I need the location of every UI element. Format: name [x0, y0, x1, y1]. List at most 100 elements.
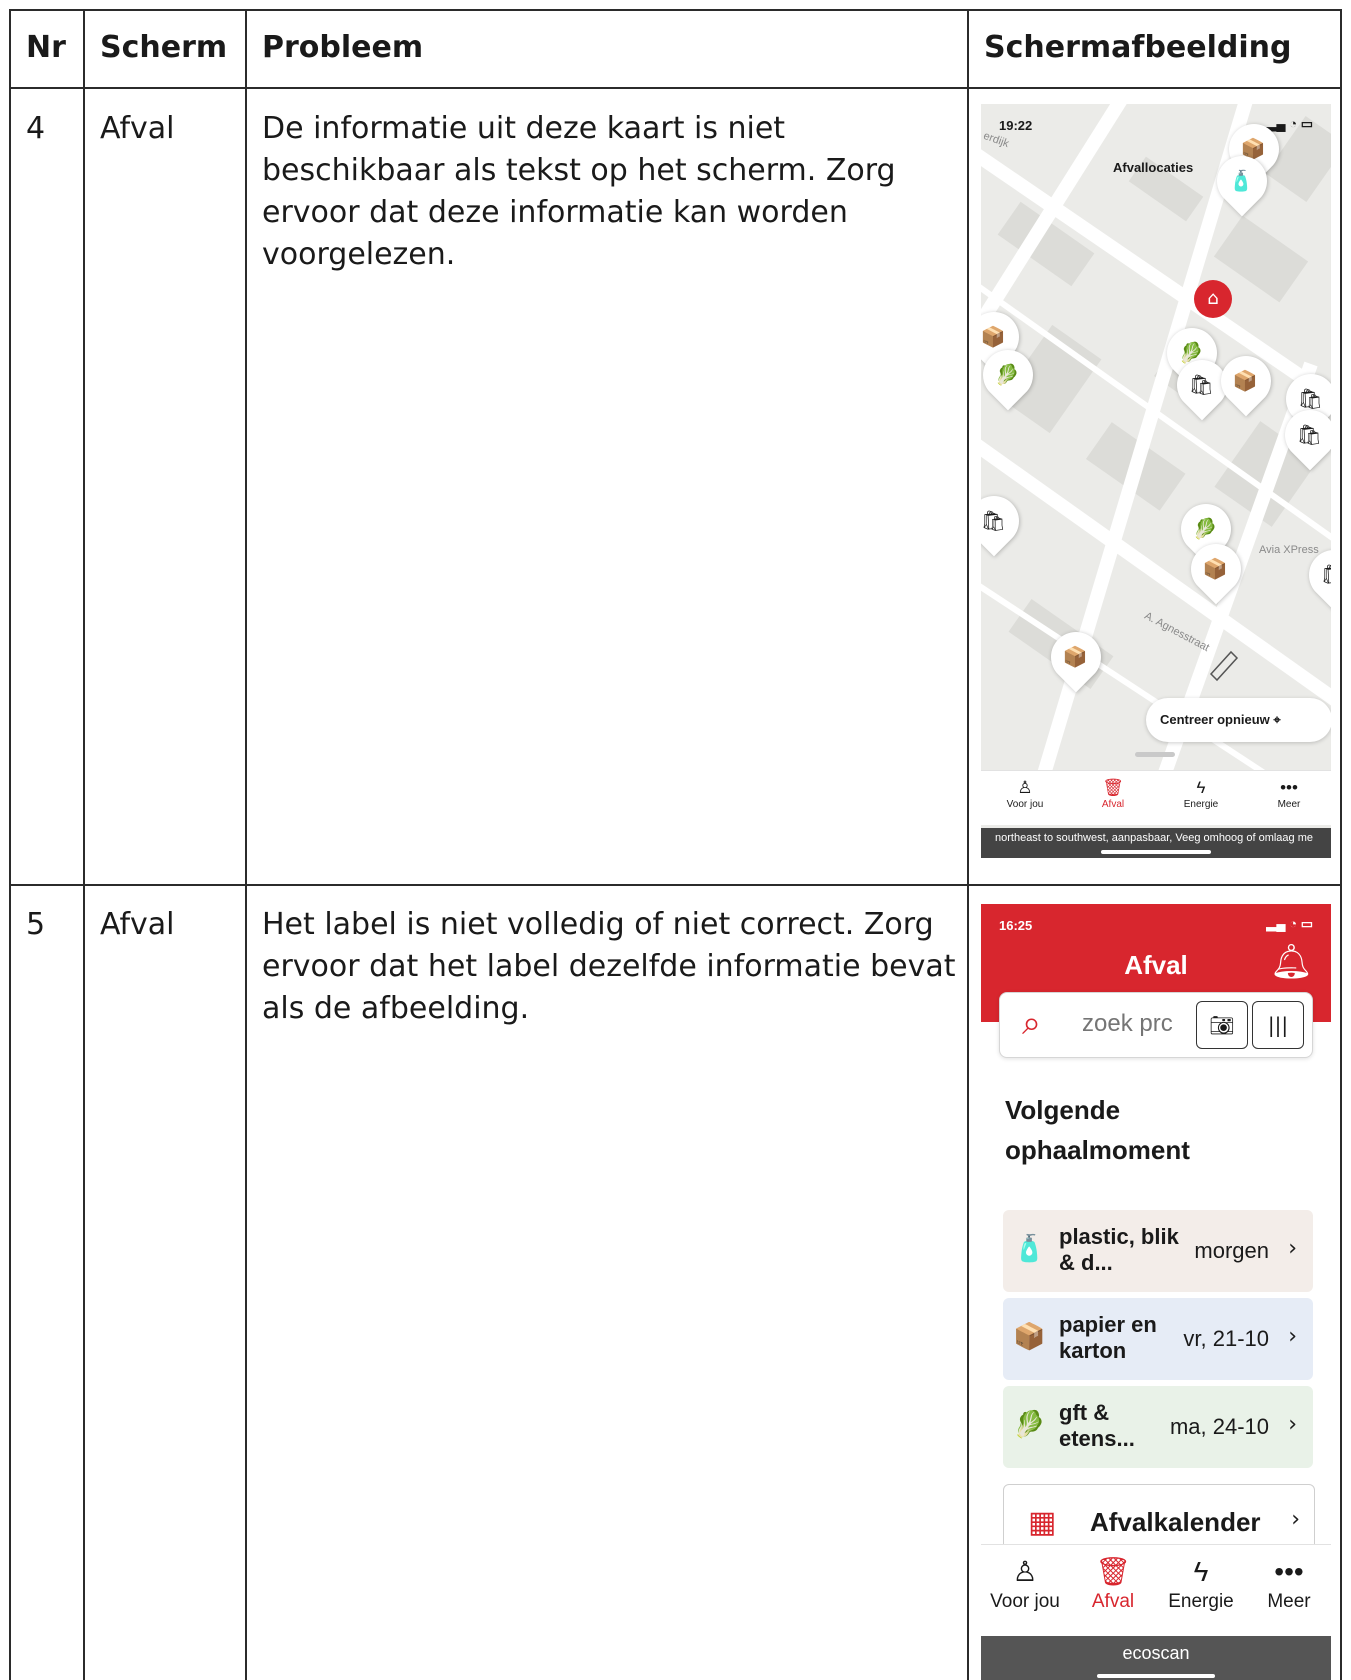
tab-energie[interactable]: ϟ Energie [1157, 1553, 1245, 1613]
status-time: 19:22 [999, 118, 1033, 133]
pickup-name: plastic, blik & d... [1059, 1224, 1179, 1275]
pickup-card-plastic[interactable]: 🧴 plastic, blik & d... morgen › [1003, 1210, 1313, 1292]
voiceover-caption-text: ecoscan [1122, 1643, 1190, 1663]
paper-box-icon: 📦 [1232, 368, 1258, 393]
row-4-scherm: Afval [100, 111, 175, 146]
barcode-icon: ||| [1267, 1013, 1289, 1037]
lightning-icon: ϟ [1196, 778, 1206, 797]
header-probleem: Probleem [262, 30, 424, 65]
table-row-divider [9, 884, 1342, 886]
calendar-icon: ▦ [1028, 1505, 1057, 1540]
tab-afval[interactable]: 🗑 Afval [1069, 1553, 1157, 1613]
home-indicator [1097, 1674, 1215, 1678]
search-icon: ⌕ [1022, 1003, 1042, 1043]
barcode-scan-button[interactable]: ||| [1252, 1001, 1304, 1049]
paper-box-icon: 📦 [1013, 1322, 1046, 1352]
header-scherm: Scherm [100, 30, 228, 65]
recenter-button[interactable]: Centreer opnieuw ⌖ [1146, 698, 1331, 742]
tab-label: Meer [1277, 799, 1301, 810]
crosshair-icon: ⌖ [1273, 712, 1281, 727]
sheet-handle[interactable] [1135, 752, 1175, 757]
search-input[interactable] [1080, 1009, 1176, 1039]
tab-bar: ♙ Voor jou 🗑 Afval ϟ Energie ••• Meer [981, 1544, 1331, 1641]
more-icon: ••• [1274, 1556, 1304, 1587]
header-nr: Nr [26, 30, 66, 65]
pickup-name: gft & etens... [1059, 1400, 1135, 1451]
organic-waste-icon: 🥬 [1013, 1410, 1046, 1440]
pickup-date: ma, 24-10 [1169, 1414, 1269, 1439]
map-title: Afvallocaties [1113, 160, 1194, 175]
chevron-right-icon: › [1288, 1236, 1297, 1261]
camera-scan-button[interactable]: 📷︎ [1196, 1001, 1248, 1049]
row-5-probleem: Het label is niet volledig of niet corre… [262, 907, 956, 1026]
status-icons: ▂▄ ◔ ▭ [1266, 116, 1313, 131]
map-background [981, 104, 1331, 770]
tab-label: Afval [1091, 1591, 1135, 1612]
lightning-icon: ϟ [1193, 1556, 1209, 1587]
waste-bag-icon: 🛍 [1296, 422, 1322, 447]
pickup-date: morgen [1194, 1238, 1269, 1263]
chevron-right-icon: › [1288, 1412, 1297, 1437]
tab-afval[interactable]: 🗑 Afval [1069, 777, 1157, 810]
row-5-nr: 5 [26, 907, 46, 942]
plastic-bottle-icon: 🧴 [1013, 1234, 1046, 1264]
bell-icon[interactable]: 🔔︎ [1270, 942, 1313, 982]
paper-box-icon: 📦 [1202, 556, 1228, 581]
pickup-card-gft[interactable]: 🥬 gft & etens... ma, 24-10 › [1003, 1386, 1313, 1468]
pickup-date: vr, 21-10 [1183, 1326, 1269, 1351]
organic-waste-icon: 🥬 [994, 362, 1020, 387]
table-col-line-left [9, 9, 11, 1680]
tab-meer[interactable]: ••• Meer [1245, 1553, 1331, 1613]
tab-label: Energie [1168, 1591, 1234, 1612]
pickup-name: papier en karton [1059, 1312, 1157, 1363]
tab-label: Voor jou [990, 1591, 1060, 1612]
calendar-label: Afvalkalender [1090, 1507, 1261, 1537]
tab-voor-jou[interactable]: ♙ Voor jou [981, 1553, 1069, 1613]
waste-bag-icon: 🛍 [1297, 386, 1323, 411]
tab-voor-jou[interactable]: ♙ Voor jou [981, 777, 1069, 810]
voiceover-caption: northeast to southwest, aanpasbaar, Veeg… [981, 828, 1331, 858]
table-col-line-2 [245, 9, 247, 1680]
voiceover-caption-text: northeast to southwest, aanpasbaar, Veeg… [995, 832, 1313, 844]
home-pin[interactable]: ⌂ [1194, 280, 1232, 318]
more-icon: ••• [1280, 778, 1298, 797]
waste-bag-icon: 🛍 [1188, 372, 1214, 397]
person-icon: ♙ [1017, 778, 1033, 797]
trash-icon: 🗑 [1102, 778, 1124, 797]
table-border-top [9, 9, 1342, 11]
chevron-right-icon: › [1288, 1324, 1297, 1349]
organic-waste-icon: 🥬 [1192, 516, 1218, 541]
table-col-line-3 [967, 9, 969, 1680]
table-header-divider [9, 87, 1342, 89]
header-schermafbeelding: Schermafbeelding [984, 30, 1292, 65]
tab-label: Afval [1101, 799, 1125, 810]
home-indicator [1101, 850, 1211, 854]
waste-bag-icon: 🛍 [1320, 562, 1331, 587]
pickup-card-papier[interactable]: 📦 papier en karton vr, 21-10 › [1003, 1298, 1313, 1380]
voiceover-caption: ecoscan [981, 1636, 1331, 1680]
paper-box-icon: 📦 [1062, 644, 1088, 669]
section-title: Volgende ophaalmoment [1005, 1095, 1190, 1165]
tab-label: Voor jou [1006, 799, 1044, 810]
street-label-store: Avia XPress [1259, 544, 1319, 556]
plastic-bottle-icon: 🧴 [1228, 168, 1254, 193]
trash-icon: 🗑 [1095, 1556, 1131, 1587]
status-icons: ▂▄ ◔ ▭ [1266, 916, 1313, 931]
status-bar: 19:22 ▂▄ ◔ ▭ [981, 104, 1331, 140]
status-time: 16:25 [999, 918, 1033, 933]
home-icon: ⌂ [1207, 288, 1219, 309]
tab-label: Energie [1183, 799, 1219, 810]
table-border-right [1340, 9, 1342, 1680]
status-bar: 16:25 ▂▄ ◔ ▭ [981, 904, 1331, 940]
tab-energie[interactable]: ϟ Energie [1157, 777, 1245, 810]
person-icon: ♙ [1012, 1556, 1038, 1587]
camera-icon: 📷︎ [1209, 1013, 1235, 1037]
tab-label: Meer [1267, 1591, 1311, 1612]
tab-bar: ♙ Voor jou 🗑 Afval ϟ Energie ••• Meer [981, 770, 1331, 825]
tab-meer[interactable]: ••• Meer [1245, 777, 1331, 810]
paper-box-icon: 📦 [981, 324, 1006, 349]
search-bar: ⌕ 📷︎ ||| [999, 992, 1313, 1058]
screenshot-map: 19:22 ▂▄ ◔ ▭ erdijk Afvallocaties Avia X… [981, 104, 1331, 858]
row-4-nr: 4 [26, 111, 46, 146]
row-5-scherm: Afval [100, 907, 175, 942]
